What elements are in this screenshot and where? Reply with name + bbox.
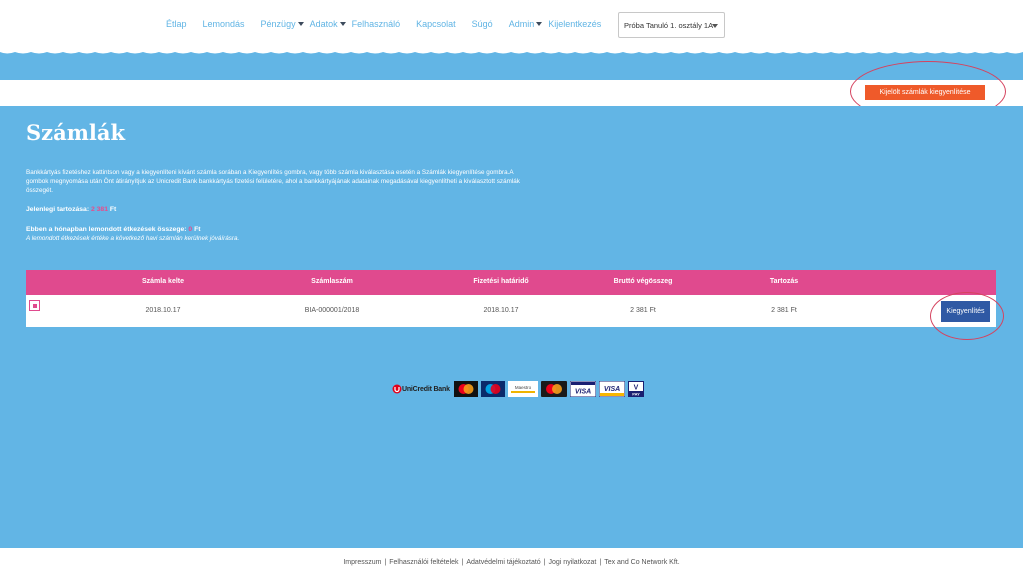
maestro-logo-icon [480, 381, 505, 397]
visa-electron-logo-icon: VISA [598, 381, 625, 397]
nav-item-adatok[interactable]: Adatok [310, 19, 346, 29]
caret-down-icon [297, 22, 304, 26]
nav-item-penzugy[interactable]: Pénzügy [261, 19, 304, 29]
nav-item-kapcsolat[interactable]: Kapcsolat [416, 19, 456, 29]
nav-item-kijelentkezes[interactable]: Kijelentkezés [548, 19, 601, 29]
column-header-due: Fizetési határidő [473, 278, 529, 285]
visa-logo-icon: VISA [569, 381, 596, 397]
mastercard-electronic-logo-icon [540, 381, 567, 397]
invoice-table: Számla kelte Számlaszám Fizetési határid… [26, 270, 996, 327]
wavy-header-band [0, 44, 1023, 80]
chevron-down-icon [712, 24, 718, 28]
pay-selected-invoices-button[interactable]: Kijelölt számlák kiegyenlítése [865, 85, 985, 100]
action-bar: Kijelölt számlák kiegyenlítése [0, 80, 1023, 106]
nav-item-lemondas[interactable]: Lemondás [203, 19, 245, 29]
nav-item-admin[interactable]: Admin [509, 19, 543, 29]
footer-link-impresszum[interactable]: Impresszum [343, 559, 381, 566]
svg-text:V: V [633, 385, 638, 392]
nav-item-etlap[interactable]: Étlap [166, 19, 187, 29]
main-content: Számlák Bankkártyás fizetéshez kattintso… [0, 106, 1023, 548]
current-debt-value: 2 381 [90, 206, 108, 213]
footer: Impresszum | Felhasználói feltételek | Adatv… [0, 548, 1023, 575]
svg-text:Maestro: Maestro [515, 385, 532, 390]
monthly-cancellation-total: Ebben a hónapban lemondott étkezések öss… [26, 226, 201, 233]
cancellation-value: 0 [188, 226, 193, 233]
unicredit-mark-icon [392, 384, 402, 394]
checked-dot-icon [33, 304, 37, 308]
student-select[interactable]: Próba Tanuló 1. osztály 1A [618, 12, 725, 38]
pay-invoice-button[interactable]: Kiegyenlítés [941, 301, 990, 322]
cancellation-note: A lemondott étkezések értéke a következő… [26, 235, 240, 242]
mastercard-logo-icon [453, 381, 478, 397]
row-select-checkbox[interactable] [29, 300, 40, 311]
cell-gross: 2 381 Ft [630, 307, 656, 314]
current-debt: Jelenlegi tartozása: 2 381 Ft [26, 206, 117, 213]
column-header-number: Számlaszám [311, 278, 353, 285]
footer-link-legal[interactable]: Jogi nyilatkozat [549, 559, 597, 566]
column-header-date: Számla kelte [141, 278, 185, 285]
nav-item-sugo[interactable]: Súgó [472, 19, 493, 29]
main-menu: Étlap Lemondás Pénzügy Adatok Felhasznál… [166, 19, 617, 29]
nav-item-felhasznalo[interactable]: Felhasználó [352, 19, 401, 29]
footer-link-privacy[interactable]: Adatvédelmi tájékoztató [466, 559, 540, 566]
unicredit-logo: UniCredit Bank [392, 384, 450, 394]
column-header-debt: Tartozás [769, 278, 799, 285]
top-navbar: Étlap Lemondás Pénzügy Adatok Felhasznál… [0, 0, 1023, 50]
svg-text:VISA: VISA [604, 386, 620, 393]
cell-debt: 2 381 Ft [771, 307, 797, 314]
cell-number: BIA-000001/2018 [304, 307, 360, 314]
footer-link-company[interactable]: Tex and Co Network Kft. [604, 559, 679, 566]
vpay-logo-icon: V PAY [627, 381, 644, 397]
caret-down-icon [339, 22, 346, 26]
footer-links: Impresszum | Felhasználói feltételek | Adatv… [343, 559, 680, 566]
intro-text: Bankkártyás fizetéshez kattintson vagy a… [26, 169, 520, 194]
svg-text:VISA: VISA [575, 389, 591, 396]
table-header: Számla kelte Számlaszám Fizetési határid… [26, 270, 996, 295]
footer-link-terms[interactable]: Felhasználói feltételek [389, 559, 458, 566]
cell-date: 2018.10.17 [145, 307, 181, 314]
payment-logos: UniCredit Bank Maestro VISA VISA V PAY [392, 380, 647, 398]
maestro-text-logo-icon: Maestro [507, 381, 538, 397]
caret-down-icon [536, 22, 543, 26]
column-header-gross: Bruttó végösszeg [613, 278, 673, 285]
cell-due: 2018.10.17 [483, 307, 519, 314]
page-title: Számlák [26, 120, 126, 145]
svg-text:PAY: PAY [632, 392, 640, 397]
